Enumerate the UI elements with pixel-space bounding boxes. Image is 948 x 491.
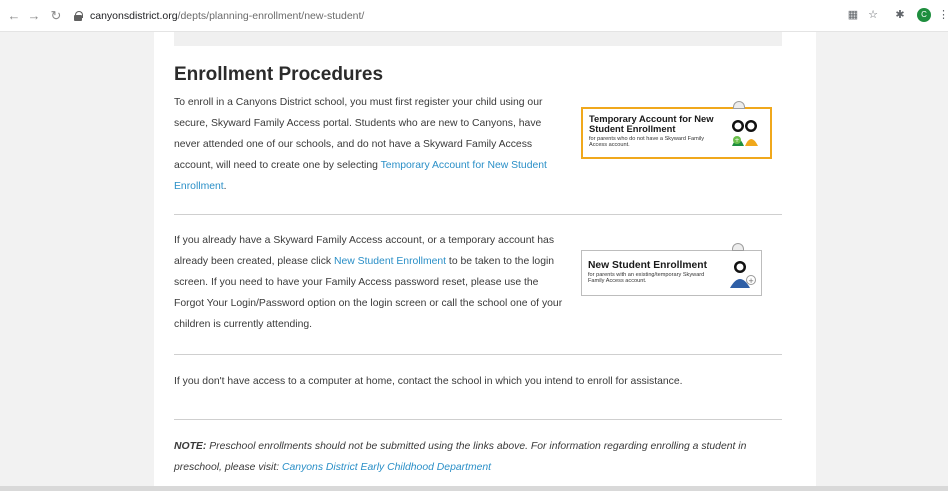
new-student-enrollment-link[interactable]: New Student Enrollment bbox=[334, 256, 446, 267]
early-childhood-link[interactable]: Canyons District Early Childhood Departm… bbox=[282, 462, 491, 473]
clipboard-clip-icon bbox=[733, 101, 745, 109]
existing-account-paragraph: If you already have a Skyward Family Acc… bbox=[174, 230, 569, 335]
menu-kebab-icon[interactable]: ⋮ bbox=[938, 8, 948, 22]
parent-child-icon: + bbox=[732, 120, 758, 146]
page-viewport: Enrollment Procedures To enroll in a Can… bbox=[0, 32, 948, 491]
new-student-title: New Student Enrollment bbox=[588, 260, 707, 271]
page-title: Enrollment Procedures bbox=[174, 64, 384, 85]
existing-text-2: to be taken to the login screen. If you … bbox=[174, 256, 563, 330]
browser-toolbar: ← → ↻ canyonsdistrict.org/depts/planning… bbox=[0, 0, 948, 32]
new-student-subtitle: for parents with an existing/temporary S… bbox=[588, 272, 705, 284]
student-person-icon: + bbox=[730, 261, 756, 288]
temporary-account-title: Temporary Account for New Student Enroll… bbox=[589, 113, 714, 134]
section-divider bbox=[174, 354, 782, 355]
qr-code-icon[interactable]: ▦ bbox=[846, 8, 860, 22]
note-label: NOTE: bbox=[174, 441, 207, 452]
content-column: Enrollment Procedures To enroll in a Can… bbox=[154, 32, 816, 491]
new-student-enrollment-button[interactable]: New Student Enrollment for parents with … bbox=[581, 243, 762, 296]
back-arrow-icon[interactable]: ← bbox=[6, 8, 22, 24]
no-computer-paragraph: If you don't have access to a computer a… bbox=[174, 376, 683, 387]
star-bookmark-icon[interactable]: ☆ bbox=[866, 8, 880, 22]
forward-arrow-icon[interactable]: → bbox=[26, 8, 42, 24]
reload-icon[interactable]: ↻ bbox=[48, 8, 64, 24]
temporary-account-subtitle: for parents who do not have a Skyward Fa… bbox=[589, 136, 705, 148]
section-divider bbox=[174, 419, 782, 420]
section-divider bbox=[174, 214, 782, 215]
svg-text:+: + bbox=[748, 277, 754, 285]
extensions-puzzle-icon[interactable]: ✱ bbox=[893, 8, 907, 22]
note-paragraph: NOTE: Preschool enrollments should not b… bbox=[174, 436, 774, 478]
horizontal-scrollbar[interactable] bbox=[0, 486, 948, 491]
svg-text:+: + bbox=[734, 137, 739, 144]
url-host: canyonsdistrict.org bbox=[90, 10, 178, 22]
lock-icon bbox=[72, 10, 84, 22]
profile-avatar[interactable]: C bbox=[917, 8, 931, 22]
intro-paragraph: To enroll in a Canyons District school, … bbox=[174, 92, 566, 197]
url-path: /depts/planning-enrollment/new-student/ bbox=[177, 10, 365, 22]
intro-end: . bbox=[223, 181, 227, 192]
address-bar[interactable]: canyonsdistrict.org/depts/planning-enrol… bbox=[72, 6, 832, 26]
temporary-account-button[interactable]: Temporary Account for New Student Enroll… bbox=[581, 101, 772, 159]
top-callout-box bbox=[174, 32, 782, 46]
clipboard-clip-icon bbox=[732, 243, 744, 251]
